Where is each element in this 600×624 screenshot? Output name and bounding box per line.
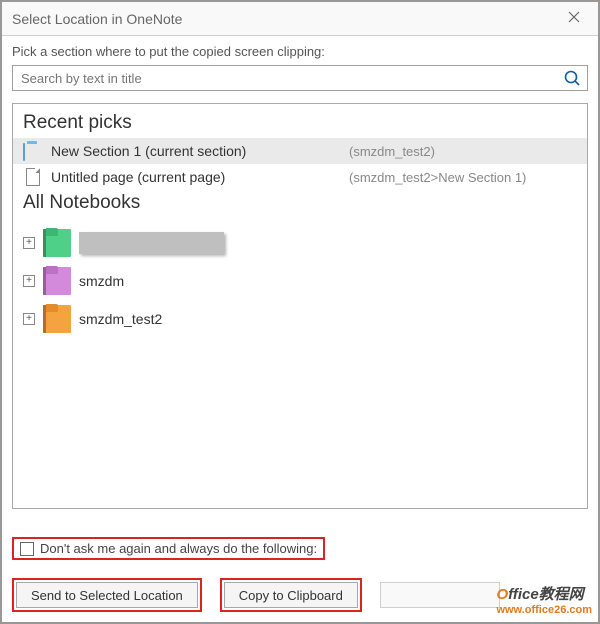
recent-item-path: (smzdm_test2) (349, 144, 435, 159)
section-icon (23, 144, 43, 158)
checkbox-label: Don't ask me again and always do the fol… (40, 541, 317, 556)
recent-item-name: New Section 1 (current section) (51, 143, 341, 159)
search-input[interactable] (13, 71, 557, 86)
notebook-name: smzdm_test2 (79, 311, 162, 327)
location-panel: Recent picks New Section 1 (current sect… (12, 103, 588, 509)
titlebar: Select Location in OneNote (2, 2, 598, 36)
notebook-icon (43, 305, 71, 333)
highlight-box: Copy to Clipboard (220, 578, 362, 612)
all-notebooks-header: All Notebooks (13, 190, 587, 218)
notebook-item[interactable]: + smzdm_test2 (13, 300, 587, 338)
notebook-icon (43, 267, 71, 295)
expand-icon[interactable]: + (23, 237, 35, 249)
expand-icon[interactable]: + (23, 275, 35, 287)
page-icon (23, 168, 43, 186)
send-button[interactable]: Send to Selected Location (16, 582, 198, 608)
recent-picks-header: Recent picks (13, 110, 587, 138)
notebook-name-redacted (79, 232, 224, 254)
close-icon[interactable] (560, 6, 588, 32)
recent-item-path: (smzdm_test2>New Section 1) (349, 170, 526, 185)
recent-item[interactable]: New Section 1 (current section) (smzdm_t… (13, 138, 587, 164)
notebook-item[interactable]: + smzdm (13, 262, 587, 300)
watermark: Office教程网 www.office26.com (496, 583, 592, 616)
dont-ask-again-row[interactable]: Don't ask me again and always do the fol… (12, 537, 325, 560)
search-box[interactable] (12, 65, 588, 91)
notebook-icon (43, 229, 71, 257)
checkbox[interactable] (20, 542, 34, 556)
watermark-o: O (496, 586, 508, 603)
watermark-url: www.office26.com (496, 604, 592, 616)
dialog-window: Select Location in OneNote Pick a sectio… (0, 0, 600, 624)
disabled-button (380, 582, 500, 608)
window-title: Select Location in OneNote (12, 11, 560, 27)
watermark-text: ffice教程网 (508, 586, 584, 603)
recent-item-name: Untitled page (current page) (51, 169, 341, 185)
recent-item[interactable]: Untitled page (current page) (smzdm_test… (13, 164, 587, 190)
highlight-box: Send to Selected Location (12, 578, 202, 612)
notebook-tree: + + smzdm + smzdm_test2 (13, 218, 587, 338)
expand-icon[interactable]: + (23, 313, 35, 325)
notebook-name: smzdm (79, 273, 124, 289)
search-icon[interactable] (557, 69, 587, 87)
copy-button[interactable]: Copy to Clipboard (224, 582, 358, 608)
notebook-item[interactable]: + (13, 224, 587, 262)
instruction-text: Pick a section where to put the copied s… (12, 44, 588, 59)
dialog-content: Pick a section where to put the copied s… (2, 36, 598, 509)
